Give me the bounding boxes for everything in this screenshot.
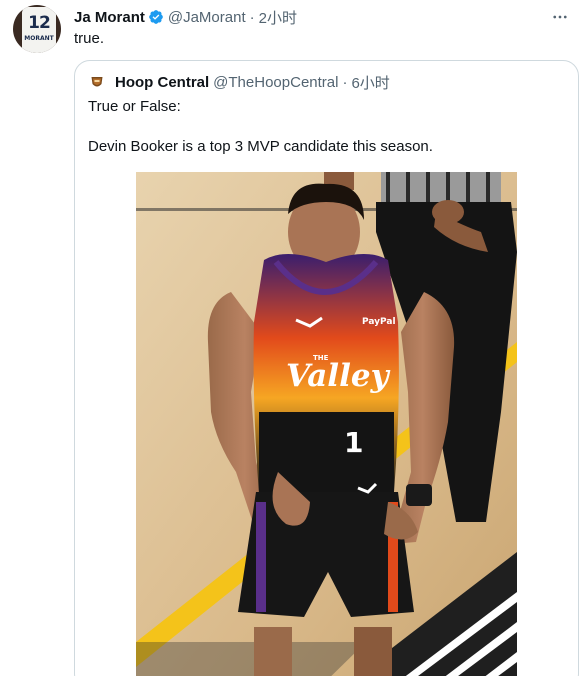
- basketball-player-photo: PayPal THE Valley 1: [136, 172, 517, 676]
- timestamp[interactable]: 2小时: [259, 7, 297, 28]
- quoted-avatar[interactable]: [88, 73, 106, 91]
- avatar-jersey-number: 12: [28, 13, 51, 33]
- quoted-timestamp[interactable]: 6小时: [351, 72, 389, 93]
- avatar-jersey-name: MORANT: [24, 35, 54, 42]
- avatar[interactable]: 12 MORANT: [13, 5, 61, 53]
- author-handle[interactable]: @JaMorant: [168, 9, 246, 26]
- more-options-icon[interactable]: [549, 6, 571, 28]
- jersey-sponsor: PayPal: [362, 317, 396, 327]
- jersey-wordmark: Valley: [286, 358, 391, 394]
- tweet-text: true.: [74, 30, 105, 47]
- tweet-header: Ja Morant @JaMorant · 2小时: [74, 7, 297, 27]
- author-name[interactable]: Ja Morant: [74, 9, 145, 26]
- quoted-author-name[interactable]: Hoop Central: [115, 74, 209, 91]
- quoted-author-handle[interactable]: @TheHoopCentral: [213, 74, 338, 91]
- quoted-separator-dot: ·: [342, 73, 348, 91]
- quoted-tweet-header: Hoop Central @TheHoopCentral · 6小时: [88, 72, 390, 92]
- separator-dot: ·: [249, 8, 255, 26]
- verified-badge-icon: [149, 10, 163, 24]
- quoted-tweet-image[interactable]: PayPal THE Valley 1: [136, 172, 517, 676]
- quoted-text-line-2: Devin Booker is a top 3 MVP candidate th…: [88, 138, 433, 155]
- jersey-number: 1: [344, 426, 363, 459]
- avatar-jersey: 12 MORANT: [22, 7, 56, 53]
- quoted-tweet[interactable]: Hoop Central @TheHoopCentral · 6小时 True …: [74, 60, 579, 676]
- quoted-text-line-1: True or False:: [88, 98, 181, 115]
- ellipsis-icon: [553, 15, 567, 19]
- tweet[interactable]: 12 MORANT Ja Morant @JaMorant · 2小时 true…: [0, 0, 584, 676]
